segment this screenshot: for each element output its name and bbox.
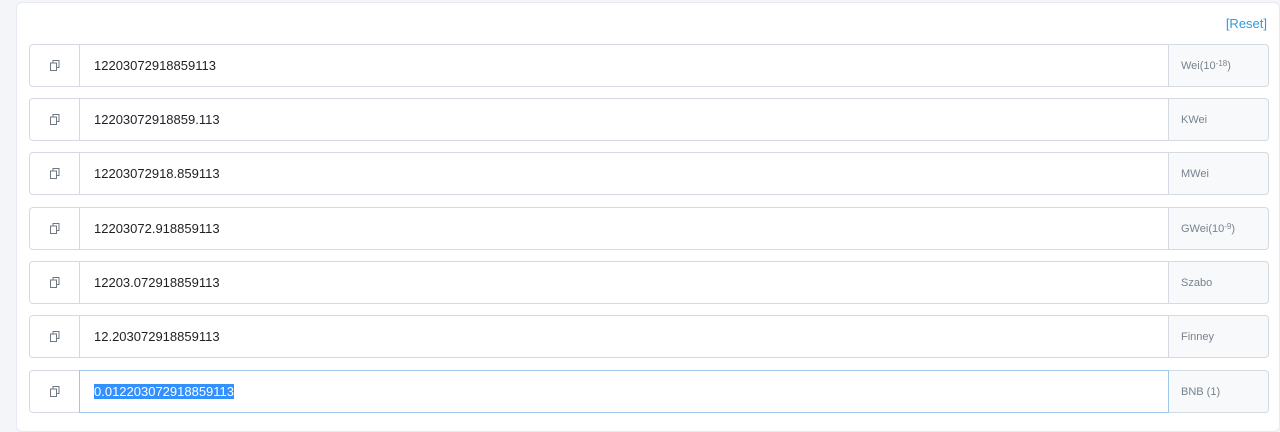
copy-icon <box>49 386 60 397</box>
gwei-unit-label: GWei (10 -9) <box>1169 207 1269 250</box>
wei-exponent-suffix: ) <box>1227 59 1231 72</box>
copy-icon <box>49 277 60 288</box>
gwei-exponent-prefix: (10 <box>1208 222 1225 235</box>
copy-button[interactable] <box>29 261 79 304</box>
szabo-unit-label: Szabo <box>1169 261 1269 304</box>
szabo-value-input[interactable]: 12203.072918859113 <box>79 261 1169 304</box>
conversion-row-mwei: 12203072918.859113 MWei <box>29 152 1269 195</box>
wei-unit-name: Wei <box>1181 59 1200 72</box>
wei-value-input[interactable]: 12203072918859113 <box>79 44 1169 87</box>
copy-button[interactable] <box>29 207 79 250</box>
kwei-unit-label: KWei <box>1169 98 1269 141</box>
mwei-unit-name: MWei <box>1181 167 1209 180</box>
conversion-row-finney: 12.203072918859113 Finney <box>29 315 1269 358</box>
copy-icon <box>49 168 60 179</box>
finney-value-text: 12.203072918859113 <box>94 329 220 344</box>
szabo-value-text: 12203.072918859113 <box>94 275 220 290</box>
copy-icon <box>49 331 60 342</box>
conversion-row-gwei: 12203072.918859113 GWei (10 -9) <box>29 207 1269 250</box>
gwei-exponent-suffix: ) <box>1231 222 1236 235</box>
gwei-unit-name: GWei <box>1181 222 1209 235</box>
conversion-row-bnb: 0.012203072918859113 BNB (1) <box>29 370 1269 413</box>
conversion-row-szabo: 12203.072918859113 Szabo <box>29 261 1269 304</box>
reset-link[interactable]: [Reset] <box>1226 16 1267 31</box>
copy-icon <box>49 60 60 71</box>
wei-unit-label: Wei (10 -18) <box>1169 44 1269 87</box>
kwei-unit-name: KWei <box>1181 113 1208 126</box>
szabo-unit-name: Szabo <box>1181 276 1213 289</box>
unit-converter-card: [Reset] 12203072918859113 Wei (10 -18) 12… <box>16 2 1280 432</box>
copy-button[interactable] <box>29 315 79 358</box>
kwei-value-input[interactable]: 12203072918859.113 <box>79 98 1169 141</box>
copy-button[interactable] <box>29 98 79 141</box>
bnb-value-text: 0.012203072918859113 <box>94 384 235 399</box>
copy-icon <box>49 223 60 234</box>
copy-button[interactable] <box>29 152 79 195</box>
finney-unit-label: Finney <box>1169 315 1269 358</box>
wei-exponent-prefix: (10 <box>1199 59 1216 72</box>
finney-unit-name: Finney <box>1181 330 1215 343</box>
mwei-unit-label: MWei <box>1169 152 1269 195</box>
copy-button[interactable] <box>29 370 79 413</box>
bnb-unit-label: BNB (1) <box>1169 370 1269 413</box>
finney-value-input[interactable]: 12.203072918859113 <box>79 315 1169 358</box>
wei-value-text: 12203072918859113 <box>94 58 216 73</box>
bnb-unit-name: BNB (1) <box>1181 385 1221 398</box>
mwei-value-input[interactable]: 12203072918.859113 <box>79 152 1169 195</box>
gwei-value-text: 12203072.918859113 <box>94 221 220 236</box>
conversion-row-kwei: 12203072918859.113 KWei <box>29 98 1269 141</box>
conversion-row-wei: 12203072918859113 Wei (10 -18) <box>29 44 1269 87</box>
kwei-value-text: 12203072918859.113 <box>94 112 220 127</box>
gwei-value-input[interactable]: 12203072.918859113 <box>79 207 1169 250</box>
copy-icon <box>49 114 60 125</box>
gwei-exponent: -9 <box>1224 222 1232 231</box>
mwei-value-text: 12203072918.859113 <box>94 166 220 181</box>
wei-exponent: -18 <box>1215 59 1228 68</box>
copy-button[interactable] <box>29 44 79 87</box>
bnb-value-input[interactable]: 0.012203072918859113 <box>79 370 1169 413</box>
